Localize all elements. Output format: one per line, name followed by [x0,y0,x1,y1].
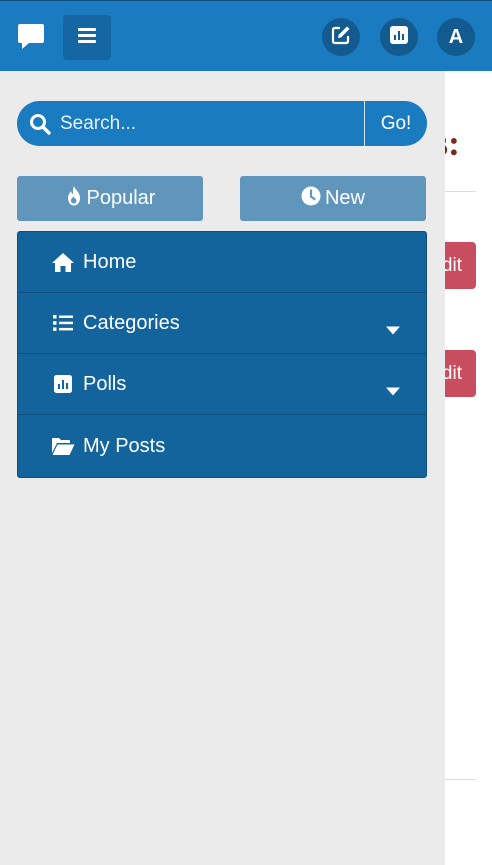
clock-icon [301,186,321,212]
search-go-button[interactable]: Go! [364,101,427,146]
avatar-letter: A [448,25,464,48]
menu-item-label: My Posts [83,434,166,457]
home-icon [51,251,75,273]
chevron-down-icon[interactable] [386,380,400,396]
top-navbar: A [0,0,492,71]
menu-item-polls[interactable]: Polls [18,354,426,415]
list-icon [51,312,75,334]
divider [445,191,476,192]
popular-label: Popular [86,187,156,209]
stats-button[interactable] [380,18,418,56]
divider [445,779,476,780]
menu-item-home[interactable]: Home [18,232,426,293]
menu-item-label: Categories [83,311,180,334]
chat-bubble-icon[interactable] [17,22,45,50]
user-avatar-button[interactable]: A [437,18,475,56]
new-label: New [324,187,365,209]
bar-chart-icon [390,25,408,49]
menu-item-label: Polls [83,372,127,395]
new-button[interactable]: New [240,176,426,221]
chevron-down-icon[interactable] [386,319,400,335]
popular-button[interactable]: Popular [17,176,203,221]
drawer-menu: Home Categories Polls My Posts [17,231,427,478]
menu-toggle-button[interactable] [63,15,111,60]
hamburger-icon [78,27,96,48]
search-bar: Go! [17,101,427,146]
edit-icon [331,25,351,50]
side-drawer: Go! Popular New Home Categories [0,71,445,865]
search-go-label: Go! [380,112,412,134]
fire-icon [65,185,83,212]
search-icon [29,113,51,135]
menu-item-categories[interactable]: Categories [18,293,426,354]
folder-open-icon [51,435,75,457]
menu-item-label: Home [83,250,137,273]
search-input[interactable] [51,101,364,146]
menu-item-my-posts[interactable]: My Posts [18,415,426,477]
new-post-button[interactable] [322,18,360,56]
poll-icon [51,373,75,395]
